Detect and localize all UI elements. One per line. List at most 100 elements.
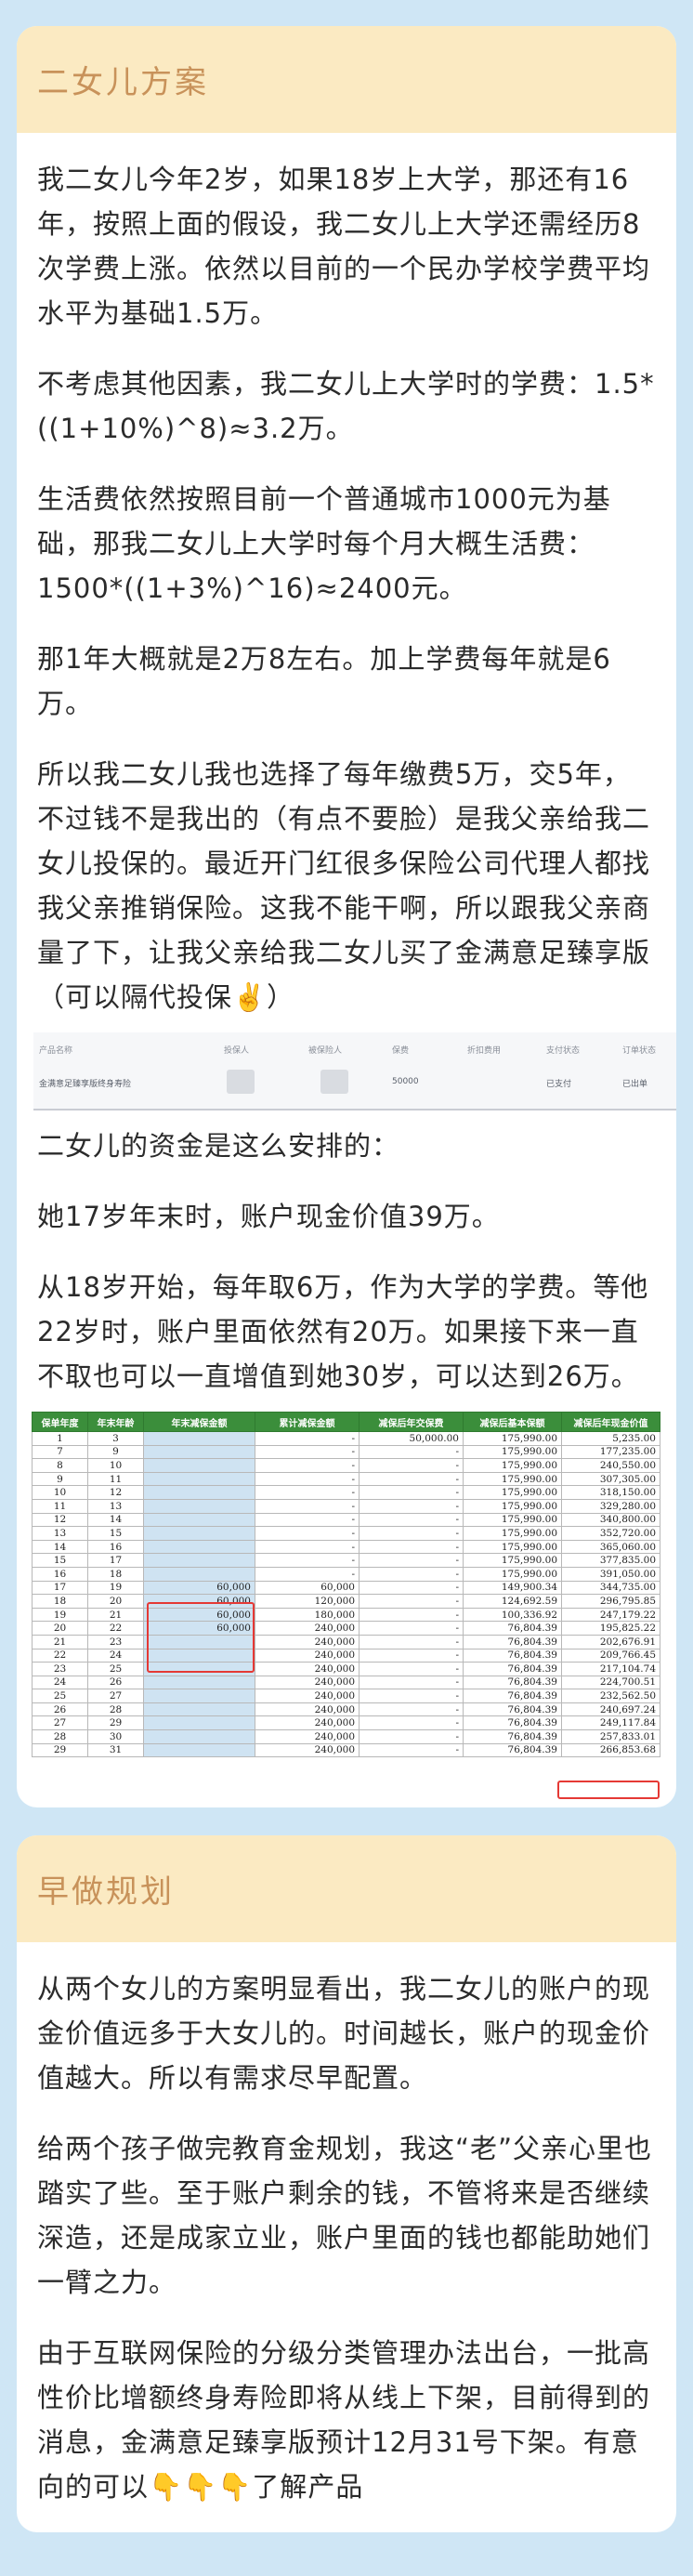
cash-value-table-image: 保单年度 年末年龄 年末减保金额 累计减保金额 减保后年交保费 减保后基本保额 … — [32, 1412, 660, 1799]
table-cell: 76,804.39 — [463, 1662, 562, 1676]
table-cell: 100,336.92 — [463, 1607, 562, 1623]
table-cell: 240,697.24 — [561, 1702, 660, 1717]
table-cell: - — [255, 1471, 360, 1487]
table-cell: 391,050.00 — [561, 1566, 660, 1582]
table-cell: 60,000 — [143, 1580, 255, 1596]
table-cell: 232,562.50 — [561, 1689, 660, 1703]
table-cell: 296,795.85 — [561, 1594, 660, 1609]
policy-order-image: 产品名称 投保人 被保险人 保费 折扣费用 支付状态 订单状态 金满意足臻享版终… — [33, 1032, 676, 1111]
policy-cell: 金满意足臻享版终身寿险 — [39, 1080, 132, 1089]
table-row: 21 23 240,000-76,804.39 202,676.91 — [32, 1634, 660, 1649]
table-cell: 240,000 — [255, 1715, 360, 1731]
table-cell: 11 — [32, 1498, 88, 1514]
table-header-cell: 累计减保金额 — [255, 1412, 360, 1432]
paragraph: 她17岁年末时，账户现金价值39万。 — [37, 1201, 500, 1232]
table-cell: 365,060.00 — [561, 1539, 660, 1555]
table-cell: 352,720.00 — [561, 1526, 660, 1541]
table-cell: - — [255, 1566, 360, 1582]
card-header: 早做规划 — [17, 1835, 676, 1942]
table-cell: 50,000.00 — [359, 1431, 464, 1446]
table-cell: 344,735.00 — [561, 1580, 660, 1596]
table-cell: 11 — [87, 1471, 144, 1487]
table-cell: - — [255, 1458, 360, 1473]
table-header-cell: 减保后基本保额 — [463, 1412, 562, 1432]
table-cell: 240,550.00 — [561, 1458, 660, 1473]
table-header-row: 保单年度 年末年龄 年末减保金额 累计减保金额 减保后年交保费 减保后基本保额 … — [32, 1412, 660, 1432]
table-cell: 19 — [87, 1580, 144, 1596]
table-cell: - — [359, 1553, 464, 1568]
table-cell: 240,000 — [255, 1648, 360, 1663]
table-cell: 340,800.00 — [561, 1512, 660, 1528]
table-cell: 175,990.00 — [463, 1458, 562, 1473]
table-cell: 31 — [87, 1742, 144, 1758]
table-cell: 9 — [87, 1444, 144, 1460]
table-cell — [143, 1675, 255, 1690]
table-row: 26 28 240,000-76,804.39 240,697.24 — [32, 1702, 660, 1717]
table-row: 15 17- -175,990.00 377,835.00 — [32, 1553, 660, 1568]
table-cell: 27 — [87, 1689, 144, 1703]
table-cell: - — [255, 1553, 360, 1568]
table-cell — [143, 1742, 255, 1758]
table-cell: 76,804.39 — [463, 1702, 562, 1717]
table-cell: 177,235.00 — [561, 1444, 660, 1460]
paragraph: 给两个孩子做完教育金规划，我这“老”父亲心里也踏实了些。至于账户剩余的钱，不管将… — [37, 2133, 653, 2298]
table-cell: - — [359, 1471, 464, 1487]
table-cell — [143, 1566, 255, 1582]
table-cell: - — [359, 1539, 464, 1555]
table-cell: 175,990.00 — [463, 1566, 562, 1582]
table-cell: 257,833.01 — [561, 1729, 660, 1744]
table-cell: 240,000 — [255, 1675, 360, 1690]
policy-header-cell: 保费 — [392, 1046, 410, 1056]
table-cell — [143, 1498, 255, 1514]
table-cell: 124,692.59 — [463, 1594, 562, 1609]
policy-cell: 已支付 — [546, 1080, 572, 1089]
table-row: 7 9- -175,990.00 177,235.00 — [32, 1444, 660, 1460]
table-cell: 22 — [87, 1621, 144, 1636]
table-cell: 240,000 — [255, 1729, 360, 1744]
table-cell — [143, 1715, 255, 1731]
table-cell: 217,104.74 — [561, 1662, 660, 1676]
table-row: 14 16- -175,990.00 365,060.00 — [32, 1539, 660, 1555]
table-header-cell: 年末年龄 — [87, 1412, 144, 1432]
table-cell: 10 — [32, 1485, 88, 1500]
table-row: 10 12- -175,990.00 318,150.00 — [32, 1485, 660, 1500]
policy-header-row: 产品名称 投保人 被保险人 保费 折扣费用 支付状态 订单状态 — [33, 1044, 676, 1057]
table-cell: - — [255, 1526, 360, 1541]
table-cell: 175,990.00 — [463, 1512, 562, 1528]
table-cell: - — [359, 1498, 464, 1514]
table-cell: 240,000 — [255, 1742, 360, 1758]
table-cell: 76,804.39 — [463, 1715, 562, 1731]
table-row: 19 21 60,000 180,000-100,336.92 247,179.22 — [32, 1607, 660, 1623]
card-title: 二女儿方案 — [37, 64, 209, 101]
table-cell: 209,766.45 — [561, 1648, 660, 1663]
table-row: 11 13- -175,990.00 329,280.00 — [32, 1498, 660, 1514]
card-title: 早做规划 — [37, 1873, 175, 1911]
table-cell: 24 — [87, 1648, 144, 1663]
table-cell: 76,804.39 — [463, 1648, 562, 1663]
table-cell: 23 — [32, 1662, 88, 1676]
paragraph: 所以我二女儿我也选择了每年缴费5万，交5年，不过钱不是我出的（有点不要脸）是我父… — [37, 758, 651, 1013]
table-cell: 14 — [87, 1512, 144, 1528]
table-cell: 20 — [87, 1594, 144, 1609]
table-row: 9 11- -175,990.00 307,305.00 — [32, 1471, 660, 1487]
table-cell: 240,000 — [255, 1621, 360, 1636]
table-cell: - — [359, 1485, 464, 1500]
table-cell: 240,000 — [255, 1689, 360, 1703]
table-cell: 3 — [87, 1431, 144, 1446]
card-content: 从两个女儿的方案明显看出，我二女儿的账户的现金价值远多于大女儿的。时间越长，账户… — [17, 1942, 676, 2509]
table-cell: 15 — [32, 1553, 88, 1568]
table-cell: 17 — [32, 1580, 88, 1596]
table-cell — [143, 1485, 255, 1500]
table-row: 22 24 240,000-76,804.39 209,766.45 — [32, 1648, 660, 1663]
cash-value-table: 保单年度 年末年龄 年末减保金额 累计减保金额 减保后年交保费 减保后基本保额 … — [32, 1412, 660, 1758]
table-cell: - — [359, 1458, 464, 1473]
table-cell: 21 — [87, 1607, 144, 1623]
policy-header-cell: 被保险人 — [308, 1046, 343, 1056]
table-cell — [143, 1553, 255, 1568]
table-cell: 21 — [32, 1634, 88, 1649]
table-cell: - — [255, 1539, 360, 1555]
policy-cell: 50000 — [392, 1077, 419, 1086]
table-cell: 120,000 — [255, 1594, 360, 1609]
paragraph: 不考虑其他因素，我二女儿上大学时的学费：1.5*((1+10%)^8)≈3.2万… — [37, 368, 655, 444]
plan-early-card: 早做规划 从两个女儿的方案明显看出，我二女儿的账户的现金价值远多于大女儿的。时间… — [17, 1835, 676, 2532]
